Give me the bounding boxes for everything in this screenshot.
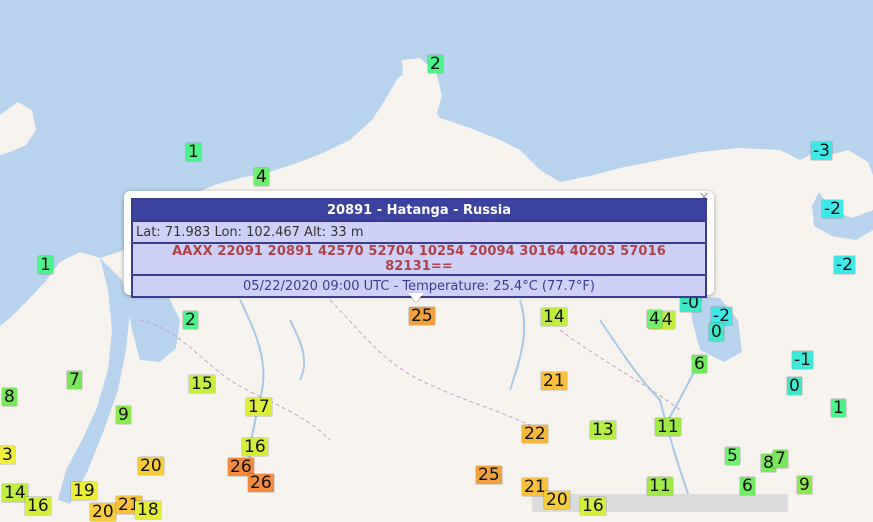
popup-coordinates: Lat: 71.983 Lon: 102.467 Alt: 33 m (131, 220, 707, 244)
station-temp-marker[interactable]: 22 (522, 425, 548, 443)
station-temp-marker[interactable]: 20 (544, 491, 570, 509)
station-temp-marker[interactable]: 25 (476, 466, 502, 484)
station-temp-marker[interactable]: 18 (135, 501, 161, 519)
popup-pointer (408, 293, 424, 302)
station-temp-marker[interactable]: 19 (71, 482, 97, 500)
station-temp-marker[interactable]: 11 (647, 477, 673, 495)
station-temp-marker[interactable]: 9 (116, 406, 131, 424)
station-temp-marker[interactable]: 26 (248, 474, 274, 492)
station-temp-marker[interactable]: 2 (183, 311, 198, 329)
station-temp-marker[interactable]: 6 (692, 355, 707, 373)
station-temp-marker[interactable]: 7 (773, 450, 788, 468)
station-temp-marker[interactable]: 7 (67, 371, 82, 389)
station-temp-marker[interactable]: 20 (138, 457, 164, 475)
station-temp-marker[interactable]: 1 (831, 399, 846, 417)
station-temp-marker[interactable]: 13 (590, 421, 616, 439)
station-temp-marker[interactable]: 6 (740, 477, 755, 495)
station-temp-marker[interactable]: 16 (25, 497, 51, 515)
station-temp-marker[interactable]: 0 (709, 323, 724, 341)
station-temp-marker[interactable]: -3 (811, 142, 832, 160)
station-temp-marker[interactable]: 16 (242, 438, 268, 456)
station-temp-marker[interactable]: 3 (0, 446, 15, 464)
station-temp-marker[interactable]: 15 (189, 375, 215, 393)
station-temp-marker[interactable]: 4 (647, 310, 662, 328)
station-temp-marker[interactable]: 9 (797, 476, 812, 494)
popup-table: 20891 - Hatanga - Russia Lat: 71.983 Lon… (131, 198, 707, 298)
station-temp-marker[interactable]: -1 (792, 351, 813, 369)
station-temp-marker[interactable]: 11 (655, 418, 681, 436)
station-temp-marker[interactable]: 8 (2, 388, 17, 406)
station-temp-marker[interactable]: 16 (580, 497, 606, 515)
station-temp-marker[interactable]: 17 (246, 398, 272, 416)
station-temp-marker[interactable]: 0 (787, 377, 802, 395)
station-temp-marker[interactable]: 14 (541, 308, 567, 326)
station-temp-marker[interactable]: 20 (90, 503, 116, 521)
station-temp-marker[interactable]: 4 (254, 168, 269, 186)
station-temp-marker[interactable]: 1 (186, 143, 201, 161)
station-temp-marker[interactable]: 25 (409, 307, 435, 325)
station-temp-marker[interactable]: 14 (2, 484, 28, 502)
station-temp-marker[interactable]: 2 (428, 55, 443, 73)
station-temp-marker[interactable]: 21 (541, 372, 567, 390)
popup-title: 20891 - Hatanga - Russia (131, 198, 707, 222)
map-scale-area (532, 494, 788, 512)
station-temp-marker[interactable]: 1 (38, 256, 53, 274)
station-temp-marker[interactable]: -2 (834, 256, 855, 274)
station-temp-marker[interactable]: -2 (822, 200, 843, 218)
station-temp-marker[interactable]: 5 (725, 447, 740, 465)
popup-synop-observation: AAXX 22091 20891 42570 52704 10254 20094… (131, 242, 707, 276)
station-popup: × 20891 - Hatanga - Russia Lat: 71.983 L… (124, 189, 714, 298)
